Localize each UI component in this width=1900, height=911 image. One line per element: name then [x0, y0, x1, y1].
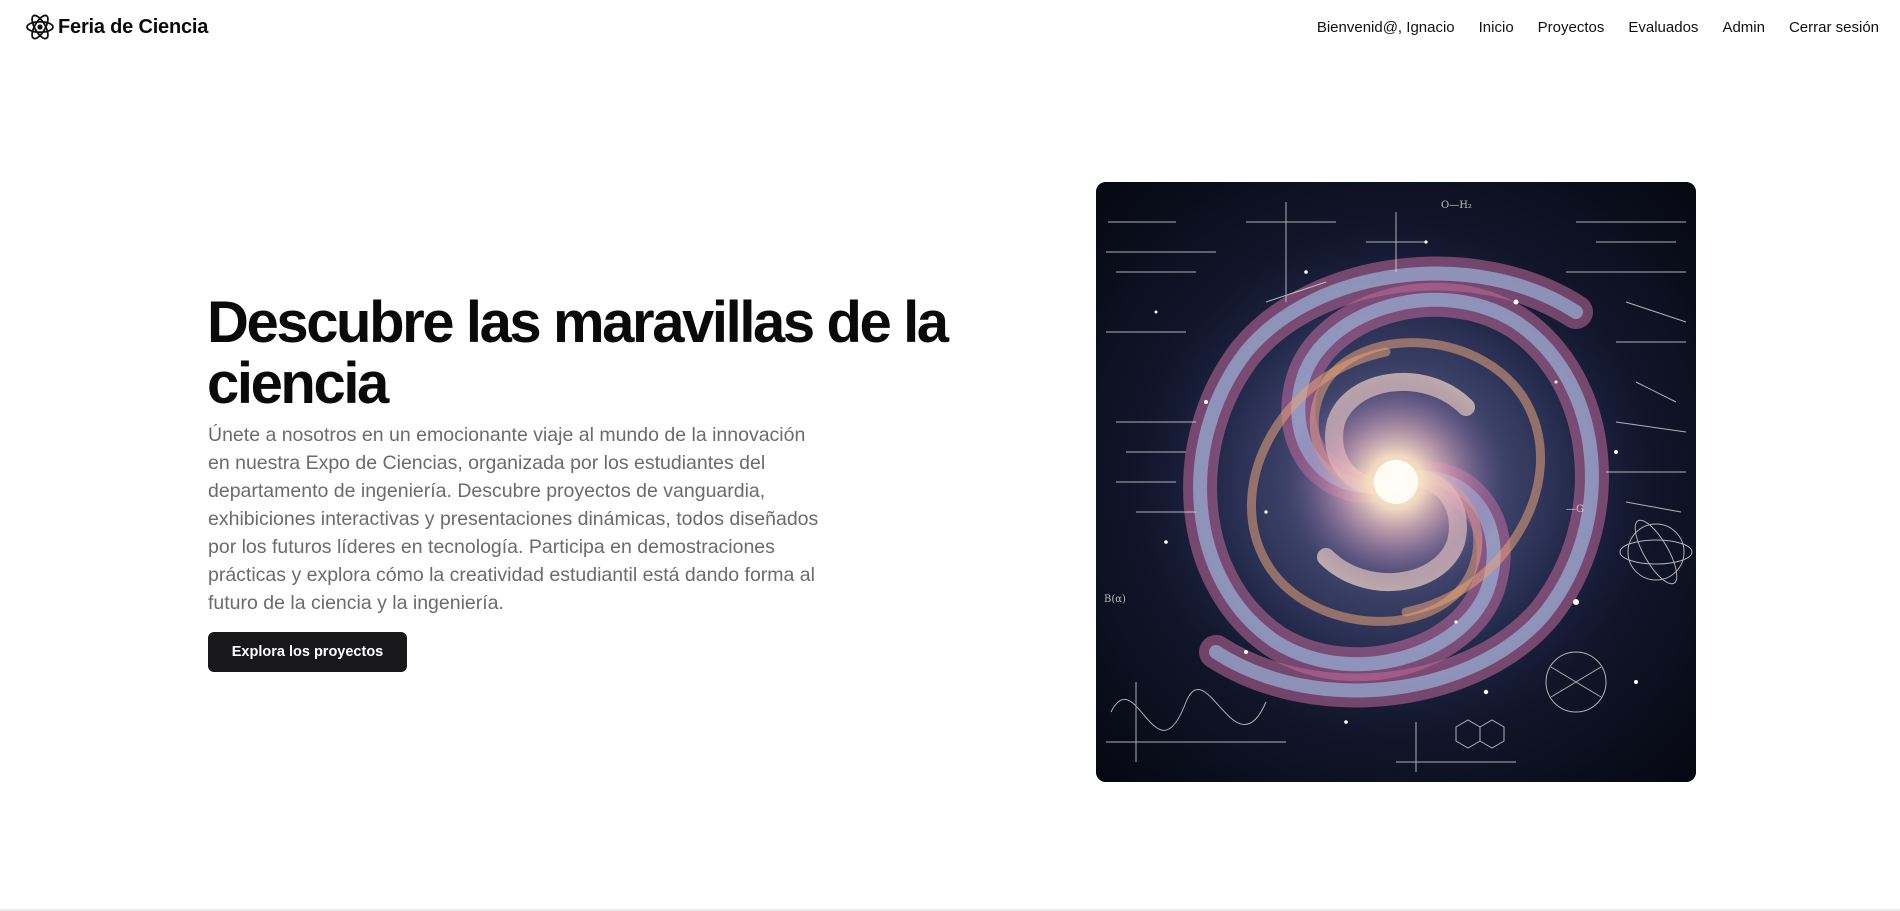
svg-text:—G: —G [1566, 504, 1584, 515]
nav-item-admin[interactable]: Admin [1722, 19, 1765, 36]
nav-item-inicio[interactable]: Inicio [1479, 19, 1514, 36]
nav-greeting[interactable]: Bienvenid@, Ignacio [1317, 19, 1455, 36]
hero-image: O—H₂ —G B(α) [1096, 182, 1696, 782]
nav-item-logout[interactable]: Cerrar sesión [1789, 19, 1879, 36]
hero-title: Descubre las maravillas de la ciencia [207, 290, 949, 416]
svg-text:B(α): B(α) [1104, 594, 1126, 605]
nav-item-proyectos[interactable]: Proyectos [1538, 19, 1605, 36]
top-nav: Bienvenid@, Ignacio Inicio Proyectos Eva… [1317, 19, 1879, 36]
navbar: Feria de Ciencia Bienvenid@, Ignacio Ini… [0, 0, 1900, 54]
atom-icon [26, 14, 54, 40]
explore-projects-button[interactable]: Explora los proyectos [208, 632, 407, 672]
svg-text:O—H₂: O—H₂ [1441, 200, 1472, 211]
hero-description: Únete a nosotros en un emocionante viaje… [208, 424, 819, 614]
brand-logo[interactable]: Feria de Ciencia [24, 11, 208, 43]
brand-name[interactable]: Feria de Ciencia [58, 16, 208, 39]
nav-item-evaluados[interactable]: Evaluados [1628, 19, 1698, 36]
galaxy-illustration: O—H₂ —G B(α) [1096, 182, 1696, 782]
